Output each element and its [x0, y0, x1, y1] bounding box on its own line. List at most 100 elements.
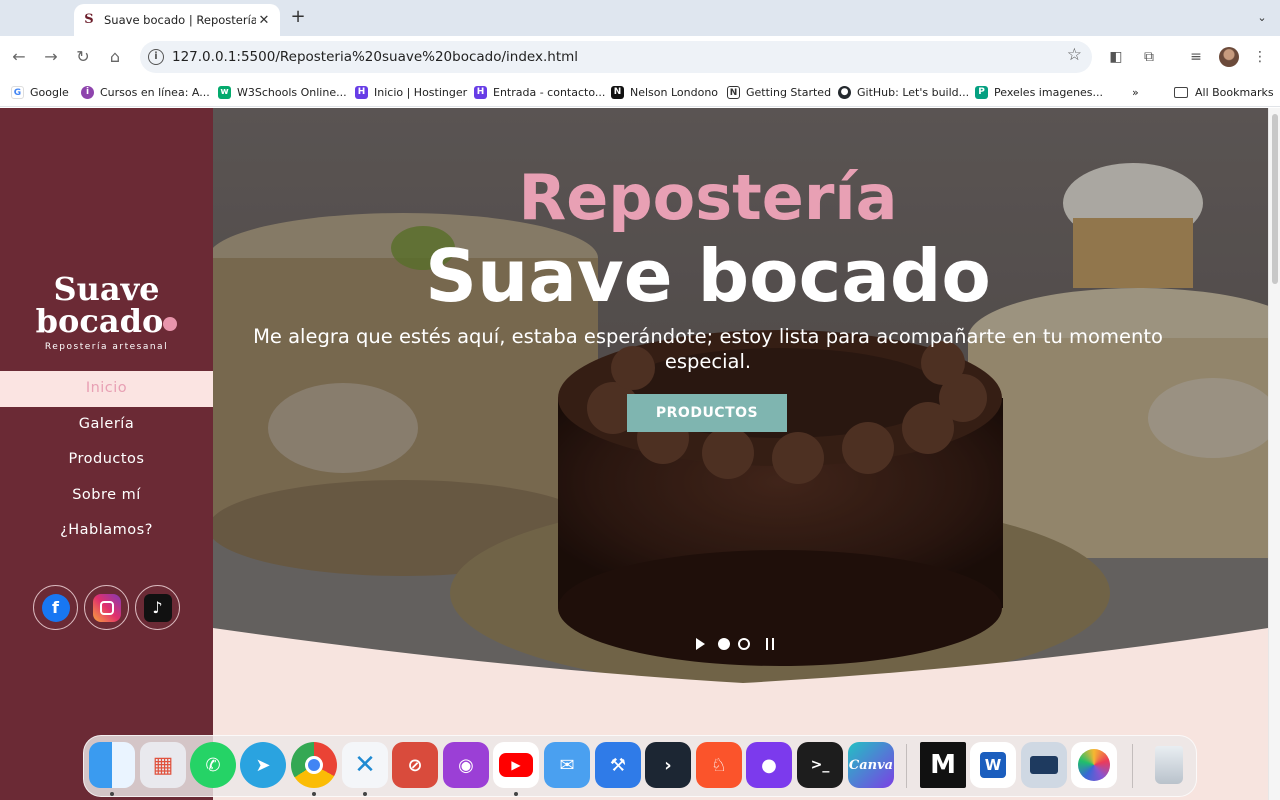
logo-word-1: Suave	[53, 270, 160, 308]
running-indicator	[312, 792, 316, 796]
github-desktop-icon[interactable]: ●	[746, 742, 792, 788]
safari-icon[interactable]: ⊘	[392, 742, 438, 788]
tab-strip: S Suave bocado | Repostería ar ✕ + ⌄	[0, 0, 1280, 36]
play-icon[interactable]	[696, 638, 705, 650]
main-nav: Inicio Galería Productos Sobre mí ¿Habla…	[0, 371, 213, 549]
bookmark-nelson[interactable]: N Nelson Londono	[611, 84, 718, 100]
nav-item-inicio[interactable]: Inicio	[0, 371, 213, 407]
site-info-icon[interactable]: i	[148, 49, 164, 65]
brave-icon[interactable]: ♘	[696, 742, 742, 788]
canva-icon[interactable]: Canva	[848, 742, 894, 788]
bookmark-getting-started[interactable]: N Getting Started	[727, 84, 831, 100]
productos-button[interactable]: PRODUCTOS	[627, 394, 787, 432]
preview-icon[interactable]	[1021, 742, 1067, 788]
podcasts-icon[interactable]: ◉	[443, 742, 489, 788]
url-text[interactable]: 127.0.0.1:5500/Reposteria%20suave%20boca…	[172, 41, 578, 73]
word-icon[interactable]: W	[970, 742, 1016, 788]
bookmark-github[interactable]: ● GitHub: Let's build...	[838, 84, 969, 100]
word-letter: W	[980, 752, 1006, 778]
facebook-link[interactable]: f	[33, 585, 78, 630]
carousel-dot-2[interactable]	[738, 638, 750, 650]
nav-item-sobre-mi[interactable]: Sobre mí	[0, 478, 213, 514]
nav-item-hablamos[interactable]: ¿Hablamos?	[0, 513, 213, 549]
launchpad-icon[interactable]: ▦	[140, 742, 186, 788]
pause-icon[interactable]	[766, 638, 774, 650]
bookmark-label: Nelson Londono	[630, 85, 719, 99]
trash-icon[interactable]	[1146, 742, 1192, 788]
bookmark-google[interactable]: G Google	[11, 84, 69, 100]
hero-subtitle: Me alegra que estés aquí, estaba esperán…	[253, 325, 1163, 373]
instagram-icon	[92, 593, 121, 622]
back-icon[interactable]: ←	[8, 46, 30, 68]
reload-icon[interactable]: ↻	[72, 46, 94, 68]
new-tab-button[interactable]: +	[287, 6, 309, 28]
bookmark-all[interactable]: All Bookmarks	[1174, 84, 1274, 100]
photos-icon[interactable]	[1071, 742, 1117, 788]
telegram-icon[interactable]: ➤	[240, 742, 286, 788]
extension-icon[interactable]: ◧	[1106, 47, 1126, 67]
hostinger-icon: H	[355, 85, 368, 99]
hero-title-pink: Repostería	[518, 161, 898, 234]
mindnode-icon[interactable]: M	[920, 742, 966, 788]
web-page: Suave bocado Repostería artesanal Inicio…	[0, 108, 1268, 800]
vscode-icon[interactable]: ✕	[342, 742, 388, 788]
hostinger-mail-icon: H	[474, 85, 487, 99]
media-control-icon[interactable]: ≡	[1186, 47, 1206, 67]
menu-kebab-icon[interactable]: ⋮	[1250, 47, 1270, 67]
nav-item-galeria[interactable]: Galería	[0, 407, 213, 443]
logo-word-2: bocado	[0, 305, 213, 337]
extensions-puzzle-icon[interactable]: ⧉	[1139, 47, 1159, 67]
notion-icon: N	[727, 85, 740, 99]
bookmark-pexels[interactable]: P Pexeles imagenes...	[975, 84, 1103, 100]
nav-item-productos[interactable]: Productos	[0, 442, 213, 478]
youtube-icon[interactable]: ▶	[493, 742, 539, 788]
bookmarks-bar: G Google i Cursos en línea: A... w W3Sch…	[0, 78, 1280, 107]
address-bar[interactable]: i 127.0.0.1:5500/Reposteria%20suave%20bo…	[140, 41, 1092, 73]
chrome-icon[interactable]	[291, 742, 337, 788]
home-icon[interactable]: ⌂	[104, 46, 126, 68]
instagram-link[interactable]	[84, 585, 129, 630]
brand-logo[interactable]: Suave bocado Repostería artesanal	[0, 273, 213, 352]
tab-search-button[interactable]: ⌄	[1252, 8, 1272, 28]
running-indicator	[110, 792, 114, 796]
bookmark-label: GitHub: Let's build...	[857, 85, 970, 99]
mail-icon[interactable]: ✉	[544, 742, 590, 788]
bookmark-label: All Bookmarks	[1195, 85, 1274, 99]
running-indicator	[363, 792, 367, 796]
browser-tab[interactable]: S Suave bocado | Repostería ar ✕	[74, 4, 280, 36]
google-icon: G	[11, 85, 24, 99]
xcode-icon[interactable]: ⚒	[595, 742, 641, 788]
bookmark-entrada[interactable]: H Entrada - contacto...	[474, 84, 605, 100]
browser-toolbar: ← → ↻ ⌂ i 127.0.0.1:5500/Reposteria%20su…	[0, 36, 1280, 78]
running-indicator	[514, 792, 518, 796]
carousel-dot-1[interactable]	[718, 638, 730, 650]
bookmark-w3schools[interactable]: w W3Schools Online...	[218, 84, 347, 100]
cherry-icon	[163, 316, 178, 331]
bookmark-label: Getting Started	[746, 85, 832, 99]
bookmark-label: Pexeles imagenes...	[994, 85, 1104, 99]
tiktok-link[interactable]: ♪	[135, 585, 180, 630]
scrollbar-thumb[interactable]	[1272, 114, 1278, 284]
bookmark-label: Inicio | Hostinger	[374, 85, 468, 99]
cursos-icon: i	[81, 85, 94, 99]
bookmark-star-icon[interactable]: ☆	[1067, 45, 1082, 65]
bookmark-hostinger[interactable]: H Inicio | Hostinger	[355, 84, 467, 100]
dock-separator	[1132, 744, 1133, 788]
close-icon[interactable]: ✕	[256, 13, 272, 28]
more-bookmarks-chevron-icon[interactable]: »	[1132, 84, 1139, 100]
remote-desktop-icon[interactable]: ›	[645, 742, 691, 788]
forward-icon[interactable]: →	[40, 46, 62, 68]
hero-section: Repostería Suave bocado Me alegra que es…	[213, 108, 1268, 800]
bookmark-cursos[interactable]: i Cursos en línea: A...	[81, 84, 210, 100]
profile-avatar[interactable]	[1219, 47, 1239, 67]
github-icon: ●	[838, 85, 851, 99]
logo-word-2-text: bocad	[35, 302, 142, 340]
whatsapp-icon[interactable]: ✆	[190, 742, 236, 788]
nelson-icon: N	[611, 85, 624, 99]
page-scrollbar[interactable]	[1268, 108, 1280, 800]
logo-tagline: Repostería artesanal	[44, 342, 169, 352]
tab-title: Suave bocado | Repostería ar	[104, 13, 256, 27]
terminal-icon[interactable]: >_	[797, 742, 843, 788]
sidebar: Suave bocado Repostería artesanal Inicio…	[0, 108, 213, 800]
finder-icon[interactable]	[89, 742, 135, 788]
